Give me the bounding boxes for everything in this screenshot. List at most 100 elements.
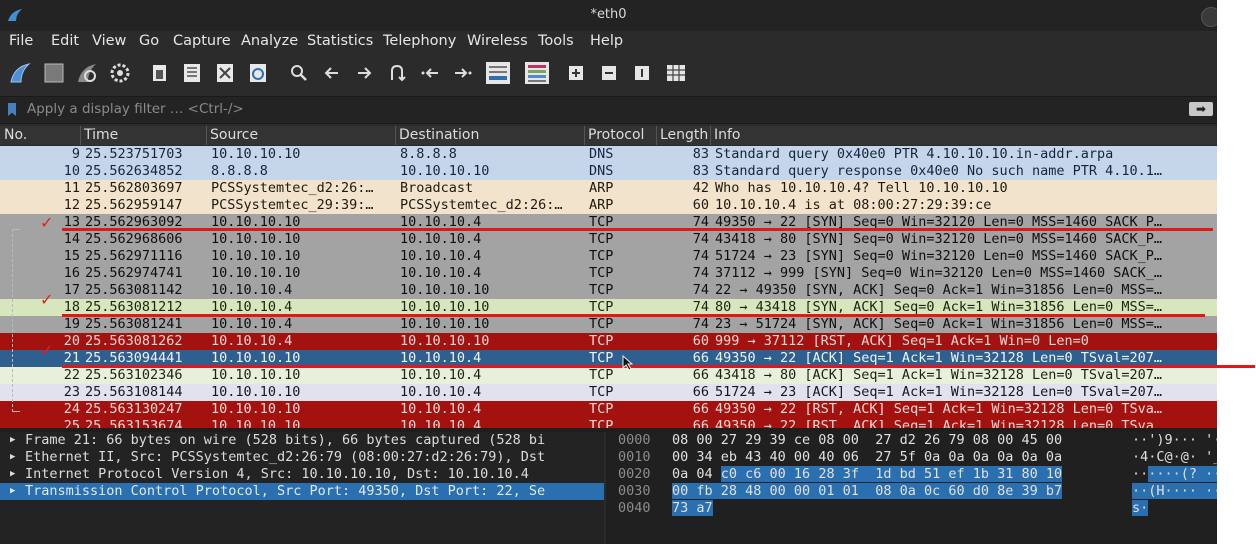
display-filter-input[interactable]: Apply a display filter … <Ctrl-/> [27,101,244,117]
packet-row[interactable]: 16 25.562974741 10.10.10.10 10.10.10.4 TCP 74… [0,265,1217,282]
start-capture-icon[interactable] [9,62,31,84]
packet-source: 10.10.10.4 [211,333,293,349]
packet-time: 25.523751703 [85,146,183,162]
zoom-in-icon[interactable] [566,63,586,83]
packet-row[interactable]: 17 25.563081142 10.10.10.4 10.10.10.10 TCP 74… [0,282,1217,299]
packet-row[interactable]: 9 25.523751703 10.10.10.10 8.8.8.8 DNS 83 Stan… [0,146,1217,163]
colorize-icon[interactable] [524,61,550,85]
packet-info: 51724 → 23 [SYN] Seq=0 Win=32120 Len=0 M… [715,248,1163,264]
packet-protocol: TCP [589,401,614,417]
reload-file-icon[interactable] [247,62,269,84]
menu-analyze[interactable]: Analyze [241,33,298,49]
menu-view[interactable]: View [92,33,126,49]
packet-row[interactable]: 11 25.562803697 PCSSystemtec_d2:26:… Broadc… [0,180,1217,197]
go-back-icon[interactable] [321,62,343,84]
menu-tools[interactable]: Tools [538,33,574,49]
packet-row[interactable]: 20 25.563081262 10.10.10.4 10.10.10.10 TCP 60… [0,333,1217,350]
packet-row[interactable]: 24 25.563130247 10.10.10.10 10.10.10.4 TCP 66… [0,401,1217,418]
capture-options-icon[interactable] [109,62,131,84]
packet-destination: 10.10.10.4 [400,384,482,400]
column-time[interactable]: Time [84,127,118,145]
menu-statistics[interactable]: Statistics [307,33,373,49]
packet-length: 83 [692,146,709,162]
find-packet-icon[interactable] [288,62,310,84]
expand-arrow-icon[interactable]: ▶ [10,449,15,466]
column-protocol[interactable]: Protocol [588,127,644,145]
packet-row[interactable]: 22 25.563102346 10.10.10.10 10.10.10.4 TCP 66… [0,367,1217,384]
go-first-packet-icon[interactable] [419,62,441,84]
expand-arrow-icon[interactable]: ▶ [10,483,15,500]
auto-scroll-icon[interactable] [485,61,511,85]
menu-help[interactable]: Help [590,33,623,49]
save-file-icon[interactable] [181,62,203,84]
column-divider[interactable] [710,126,711,145]
column-divider[interactable] [584,126,585,145]
detail-tree-row[interactable]: ▶ Ethernet II, Src: PCSSystemtec_d2:26:79… [0,449,604,466]
packet-row[interactable]: 23 25.563108144 10.10.10.10 10.10.10.4 TCP 66… [0,384,1217,401]
go-to-packet-icon[interactable] [386,62,408,84]
menu-file[interactable]: File [9,33,33,49]
menu-go[interactable]: Go [139,33,159,49]
detail-tree-row[interactable]: ▶ Transmission Control Protocol, Src Port… [0,483,604,500]
open-file-icon[interactable] [149,62,171,84]
hex-bytes[interactable]: 0a 04 c0 c6 00 16 28 3f 1d bd 51 ef 1b 3… [672,466,1063,483]
go-last-packet-icon[interactable] [452,62,474,84]
expand-arrow-icon[interactable]: ▶ [10,466,15,483]
column-no[interactable]: No. [4,127,27,145]
packet-row[interactable]: 25 25.563153674 10.10.10.10 10.10.10.4 TCP 66… [0,418,1217,428]
zoom-out-icon[interactable] [599,63,619,83]
column-source[interactable]: Source [210,127,258,145]
column-destination[interactable]: Destination [399,127,479,145]
hex-bytes[interactable]: 08 00 27 29 39 ce 08 00 27 d2 26 79 08 0… [672,432,1062,449]
packet-row[interactable]: 14 25.562968606 10.10.10.10 10.10.10.4 TCP 74… [0,231,1217,248]
resize-columns-icon[interactable] [665,62,687,84]
menu-wireless[interactable]: Wireless [467,33,528,49]
menu-telephony[interactable]: Telephony [383,33,456,49]
packet-source: 10.10.10.4 [211,316,293,332]
packet-source: 10.10.10.10 [211,265,301,281]
packet-row[interactable]: 15 25.562971116 10.10.10.10 10.10.10.4 TCP 74… [0,248,1217,265]
packet-no: 20 [63,333,80,349]
hex-ascii[interactable]: ··')9··· '·&y··E· [1132,432,1217,449]
filter-bookmark-icon[interactable] [8,103,16,116]
packet-length: 66 [692,418,709,428]
hex-ascii[interactable]: s· [1132,500,1149,517]
column-length[interactable]: Length [660,127,708,145]
hex-row: 0030 00 fb 28 48 00 00 01 01 08 0a 0c 60 … [606,483,1217,500]
hex-bytes[interactable]: 00 fb 28 48 00 00 01 01 08 0a 0c 60 d0 8… [672,483,1063,500]
detail-tree-row[interactable]: ▶ Internet Protocol Version 4, Src: 10.10… [0,466,604,483]
normal-size-icon[interactable] [632,63,652,83]
column-divider[interactable] [80,126,81,145]
detail-tree-row[interactable]: ▶ Frame 21: 66 bytes on wire (528 bits), … [0,432,604,449]
close-file-icon[interactable] [214,62,236,84]
column-info[interactable]: Info [714,127,741,145]
filter-apply-button[interactable]: ➡ [1189,102,1213,116]
menu-capture[interactable]: Capture [173,33,231,49]
column-divider[interactable] [656,126,657,145]
packet-no: 9 [71,146,80,162]
window-control-button[interactable] [1201,7,1217,27]
hex-bytes[interactable]: 00 34 eb 43 40 00 40 06 27 5f 0a 0a 0a 0… [672,449,1062,466]
detail-text: Frame 21: 66 bytes on wire (528 bits), 6… [25,432,546,448]
packet-row[interactable]: 12 25.562959147 PCSSystemtec_29:39:… PCSSys… [0,197,1217,214]
column-divider[interactable] [206,126,207,145]
packet-source: 10.10.10.10 [211,367,301,383]
hex-ascii[interactable]: ·4·C@·@· '_······ [1132,449,1217,466]
restart-capture-icon[interactable] [76,62,98,84]
expand-arrow-icon[interactable]: ▶ [10,432,15,449]
stop-capture-icon[interactable] [43,62,65,84]
hex-ascii[interactable]: ··(H···· ···`··9· [1132,483,1217,500]
go-forward-icon[interactable] [353,62,375,84]
main-toolbar [0,55,1217,91]
column-divider[interactable] [395,126,396,145]
packet-destination: Broadcast [400,180,474,196]
menu-edit[interactable]: Edit [51,33,79,49]
packet-destination: 10.10.10.4 [400,401,482,417]
packet-row[interactable]: 19 25.563081241 10.10.10.4 10.10.10.10 TCP 74… [0,316,1217,333]
hex-bytes[interactable]: 73 a7 [672,500,713,517]
packet-source: 10.10.10.4 [211,282,293,298]
packet-row[interactable]: 10 25.562634852 8.8.8.8 10.10.10.10 DNS 83 Sta… [0,163,1217,180]
packet-destination: 10.10.10.4 [400,231,482,247]
packet-info: Who has 10.10.10.4? Tell 10.10.10.10 [715,180,1008,196]
hex-ascii[interactable]: ······(? ··Q··1·· [1132,466,1217,483]
